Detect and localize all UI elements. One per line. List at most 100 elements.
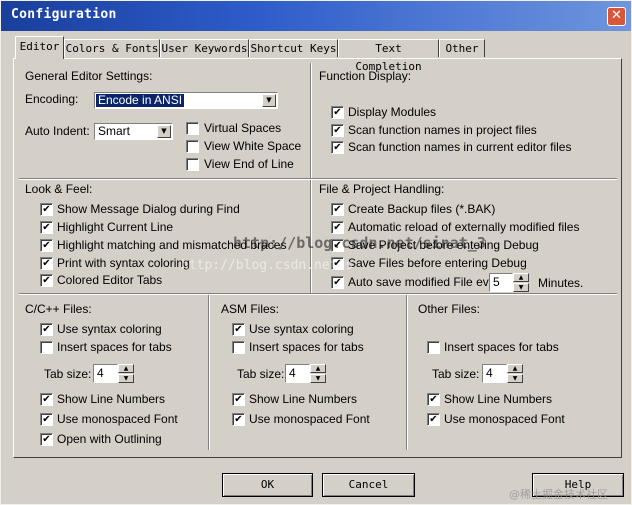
tab-user-keywords[interactable]: User Keywords bbox=[160, 39, 249, 57]
spin-up-button[interactable]: ▲ bbox=[507, 364, 523, 373]
colored-editor-tabs-checkbox[interactable]: ✔ bbox=[40, 274, 53, 287]
spin-up-button[interactable]: ▲ bbox=[118, 364, 134, 373]
other-line-numbers-checkbox[interactable]: ✔ bbox=[427, 393, 440, 406]
checkmark-icon: ✔ bbox=[234, 394, 243, 405]
highlight-current-line-checkbox[interactable]: ✔ bbox=[40, 221, 53, 234]
cpp-tab-size-spinner: ▲ ▼ bbox=[118, 364, 134, 383]
spin-up-button[interactable]: ▲ bbox=[513, 273, 529, 282]
minutes-label: Minutes. bbox=[538, 276, 584, 290]
chevron-down-icon[interactable]: ▼ bbox=[262, 94, 276, 107]
tab-shortcut-keys[interactable]: Shortcut Keys bbox=[249, 39, 338, 57]
spin-down-button[interactable]: ▼ bbox=[310, 374, 326, 383]
cpp-insert-spaces-checkbox[interactable] bbox=[40, 341, 53, 354]
auto-save-minutes-input[interactable]: 5 bbox=[489, 273, 513, 292]
asm-tab-size-input[interactable]: 4 bbox=[285, 364, 310, 383]
spin-down-button[interactable]: ▼ bbox=[118, 374, 134, 383]
checkmark-icon: ✔ bbox=[333, 277, 342, 288]
cpp-insert-spaces-label: Insert spaces for tabs bbox=[57, 340, 172, 354]
asm-line-numbers-checkbox[interactable]: ✔ bbox=[232, 393, 245, 406]
checkmark-icon: ✔ bbox=[42, 324, 51, 335]
cpp-outlining-label: Open with Outlining bbox=[57, 432, 162, 446]
virtual-spaces-checkbox[interactable] bbox=[186, 122, 199, 135]
create-backup-checkbox[interactable]: ✔ bbox=[331, 203, 344, 216]
auto-reload-checkbox[interactable]: ✔ bbox=[331, 221, 344, 234]
tab-colors-fonts[interactable]: Colors & Fonts bbox=[64, 39, 160, 57]
divider-row-1 bbox=[19, 178, 617, 180]
spin-down-button[interactable]: ▼ bbox=[507, 374, 523, 383]
asm-line-numbers-label: Show Line Numbers bbox=[249, 392, 358, 406]
other-monospaced-checkbox[interactable]: ✔ bbox=[427, 413, 440, 426]
show-message-dialog-label: Show Message Dialog during Find bbox=[57, 202, 240, 216]
highlight-current-line-label: Highlight Current Line bbox=[57, 220, 174, 234]
encoding-label: Encoding: bbox=[25, 92, 79, 106]
scan-editor-files-label: Scan function names in current editor fi… bbox=[348, 140, 572, 154]
tab-editor[interactable]: Editor bbox=[15, 36, 64, 59]
auto-reload-label: Automatic reload of externally modified … bbox=[348, 220, 580, 234]
cpp-tab-size-label: Tab size: bbox=[44, 367, 92, 381]
tab-label: Colors & Fonts bbox=[65, 42, 159, 55]
asm-monospaced-checkbox[interactable]: ✔ bbox=[232, 413, 245, 426]
asm-monospaced-label: Use monospaced Font bbox=[249, 412, 370, 426]
watermark-corner: @稀土掘金技术社区 bbox=[509, 488, 608, 501]
spin-up-button[interactable]: ▲ bbox=[310, 364, 326, 373]
cpp-monospaced-checkbox[interactable]: ✔ bbox=[40, 413, 53, 426]
other-insert-spaces-label: Insert spaces for tabs bbox=[444, 340, 559, 354]
configuration-dialog: Configuration ✕ Editor Colors & Fonts Us… bbox=[0, 0, 632, 505]
tab-text-completion[interactable]: Text Completion bbox=[338, 39, 439, 73]
asm-tab-size-spinner: ▲ ▼ bbox=[310, 364, 326, 383]
chevron-up-icon: ▲ bbox=[123, 365, 129, 372]
ok-button[interactable]: OK bbox=[222, 473, 313, 497]
checkmark-icon: ✔ bbox=[333, 204, 342, 215]
checkmark-icon: ✔ bbox=[42, 414, 51, 425]
cancel-button[interactable]: Cancel bbox=[322, 473, 415, 497]
auto-save-checkbox[interactable]: ✔ bbox=[331, 276, 344, 289]
scan-editor-files-checkbox[interactable]: ✔ bbox=[331, 141, 344, 154]
checkmark-icon: ✔ bbox=[234, 414, 243, 425]
create-backup-label: Create Backup files (*.BAK) bbox=[348, 202, 496, 216]
display-modules-label: Display Modules bbox=[348, 105, 437, 119]
chevron-up-icon: ▲ bbox=[315, 365, 321, 372]
encoding-select[interactable]: Encode in ANSI ▼ bbox=[94, 92, 278, 109]
other-line-numbers-label: Show Line Numbers bbox=[444, 392, 553, 406]
cpp-line-numbers-checkbox[interactable]: ✔ bbox=[40, 393, 53, 406]
cpp-outlining-checkbox[interactable]: ✔ bbox=[40, 433, 53, 446]
title-bar[interactable]: Configuration ✕ bbox=[1, 1, 631, 31]
tab-other[interactable]: Other bbox=[439, 39, 485, 57]
auto-indent-label: Auto Indent: bbox=[25, 124, 90, 138]
other-insert-spaces-checkbox[interactable] bbox=[427, 341, 440, 354]
checkmark-icon: ✔ bbox=[333, 125, 342, 136]
tab-label: Shortcut Keys bbox=[250, 42, 337, 55]
cpp-syntax-coloring-checkbox[interactable]: ✔ bbox=[40, 323, 53, 336]
auto-indent-select[interactable]: Smart ▼ bbox=[94, 123, 173, 140]
tab-label: Editor bbox=[19, 40, 60, 53]
view-end-of-line-checkbox[interactable] bbox=[186, 158, 199, 171]
view-white-space-checkbox[interactable] bbox=[186, 140, 199, 153]
chevron-down-icon[interactable]: ▼ bbox=[157, 125, 171, 138]
tab-label: User Keywords bbox=[161, 42, 248, 55]
divider-cpp-asm bbox=[208, 295, 210, 450]
checkmark-icon: ✔ bbox=[42, 240, 51, 251]
cpp-files-heading: C/C++ Files: bbox=[25, 302, 92, 316]
cpp-tab-size-input[interactable]: 4 bbox=[93, 364, 118, 383]
scan-project-files-checkbox[interactable]: ✔ bbox=[331, 124, 344, 137]
checkmark-icon: ✔ bbox=[42, 258, 51, 269]
show-message-dialog-checkbox[interactable]: ✔ bbox=[40, 203, 53, 216]
close-button[interactable]: ✕ bbox=[607, 7, 626, 26]
spin-down-button[interactable]: ▼ bbox=[513, 283, 529, 292]
asm-syntax-coloring-checkbox[interactable]: ✔ bbox=[232, 323, 245, 336]
highlight-braces-checkbox[interactable]: ✔ bbox=[40, 239, 53, 252]
checkmark-icon: ✔ bbox=[42, 275, 51, 286]
divider-asm-other bbox=[406, 295, 408, 450]
print-syntax-coloring-checkbox[interactable]: ✔ bbox=[40, 257, 53, 270]
other-tab-size-input[interactable]: 4 bbox=[482, 364, 507, 383]
display-modules-checkbox[interactable]: ✔ bbox=[331, 106, 344, 119]
scan-project-files-label: Scan function names in project files bbox=[348, 123, 537, 137]
asm-tab-size-label: Tab size: bbox=[237, 367, 285, 381]
close-icon: ✕ bbox=[611, 8, 622, 23]
general-settings-heading: General Editor Settings: bbox=[25, 69, 153, 83]
file-project-heading: File & Project Handling: bbox=[319, 182, 445, 196]
checkmark-icon: ✔ bbox=[42, 204, 51, 215]
asm-insert-spaces-checkbox[interactable] bbox=[232, 341, 245, 354]
print-syntax-coloring-label: Print with syntax coloring bbox=[57, 256, 190, 270]
checkmark-icon: ✔ bbox=[42, 434, 51, 445]
